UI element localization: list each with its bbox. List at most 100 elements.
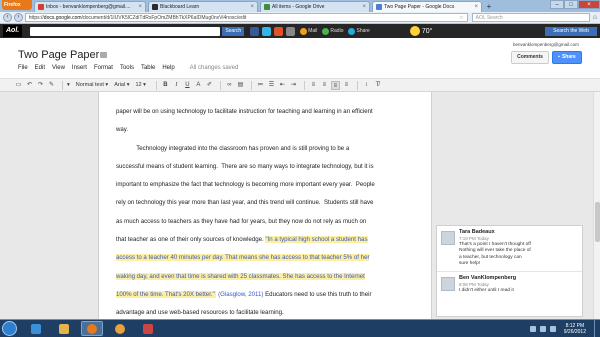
- menu-file[interactable]: File: [18, 65, 28, 71]
- style-value: Normal text: [75, 82, 104, 88]
- comments-button[interactable]: Comments: [511, 51, 549, 64]
- aol-search-button[interactable]: Search: [222, 26, 245, 36]
- minimize-icon[interactable]: –: [550, 0, 564, 9]
- align-center-icon[interactable]: ≡: [320, 81, 329, 90]
- star-icon[interactable]: ☆: [90, 51, 96, 59]
- start-button[interactable]: [2, 321, 17, 336]
- size-select[interactable]: 12 ▾: [136, 82, 146, 88]
- redo-icon[interactable]: ↷: [36, 81, 45, 90]
- show-desktop-button[interactable]: [594, 319, 600, 337]
- bold-icon[interactable]: B: [161, 81, 170, 90]
- aol-mail[interactable]: Mail: [300, 27, 317, 35]
- menu-format[interactable]: Format: [94, 65, 113, 71]
- avatar: [441, 276, 455, 291]
- numbered-list-icon[interactable]: ≔: [256, 81, 265, 90]
- scrollbar-thumb[interactable]: [595, 202, 600, 242]
- clear-format-icon[interactable]: T̸: [373, 81, 382, 90]
- toolbar-divider: [62, 80, 63, 90]
- aol-share[interactable]: Share: [348, 27, 370, 35]
- print-icon[interactable]: ▭: [14, 81, 23, 90]
- close-icon[interactable]: ×: [474, 4, 478, 10]
- temperature: 70°: [421, 27, 433, 35]
- text-color-icon[interactable]: A: [194, 81, 203, 90]
- line-spacing-icon[interactable]: ↕: [362, 81, 371, 90]
- menu-view[interactable]: View: [52, 65, 65, 71]
- tab-google-drive[interactable]: All items - Google Drive ×: [260, 1, 370, 12]
- menu-insert[interactable]: Insert: [72, 65, 87, 71]
- maximize-icon[interactable]: □: [564, 0, 578, 9]
- menu-table[interactable]: Table: [141, 65, 155, 71]
- taskbar-firefox[interactable]: [81, 321, 103, 336]
- clock[interactable]: 8:12 PM 9/26/2012: [564, 323, 586, 335]
- bookmark-star-icon[interactable]: ☆: [459, 14, 463, 21]
- align-left-icon[interactable]: ≡: [309, 81, 318, 90]
- folder-icon[interactable]: [100, 52, 108, 58]
- search-web-button[interactable]: Search the Web: [545, 26, 597, 36]
- link-icon[interactable]: ∞: [225, 81, 234, 90]
- style-select[interactable]: Normal text ▾: [76, 82, 108, 88]
- toolbar-divider: [219, 80, 221, 90]
- comment[interactable]: Ben VanKlompenberg 8:08 PM Today I didn'…: [437, 270, 582, 297]
- tray-arrow-icon[interactable]: [529, 325, 536, 332]
- bulleted-list-icon[interactable]: ☰: [267, 81, 276, 90]
- aol-radio[interactable]: Radio: [322, 27, 343, 35]
- document-body[interactable]: paper will be on using technology to fac…: [116, 103, 421, 337]
- window-close-icon[interactable]: ×: [578, 0, 600, 9]
- aol-search-input[interactable]: [30, 26, 221, 36]
- facebook-icon[interactable]: [250, 26, 260, 36]
- highlight-icon[interactable]: ✐: [205, 81, 214, 90]
- taskbar-media-player[interactable]: [109, 321, 131, 336]
- browser-search-input[interactable]: AOL Search: [471, 13, 590, 22]
- back-icon[interactable]: ‹: [3, 13, 12, 22]
- increase-indent-icon[interactable]: ⇥: [289, 81, 298, 90]
- close-icon[interactable]: ×: [250, 4, 254, 10]
- tab-blackboard[interactable]: Blackboard Learn ×: [148, 1, 258, 12]
- document-title[interactable]: Two Page Paper: [18, 49, 99, 61]
- address-bar[interactable]: https:// docs.google.com /document/d/1IU…: [24, 13, 468, 22]
- align-justify-icon[interactable]: ≡: [342, 81, 351, 90]
- account-email[interactable]: benvanklompenberg@gmail.com: [513, 42, 579, 47]
- taskbar-app[interactable]: [137, 321, 159, 336]
- menu-tools[interactable]: Tools: [120, 65, 134, 71]
- new-tab-button[interactable]: +: [484, 2, 494, 12]
- tab-gmail[interactable]: Inbox - benvanklompenberg@gmail.... ×: [34, 1, 146, 12]
- share-button[interactable]: ▪ Share: [552, 51, 582, 64]
- close-icon[interactable]: ×: [362, 4, 366, 10]
- share-button-label: Share: [561, 54, 576, 60]
- italic-icon[interactable]: I: [172, 81, 181, 90]
- tab-google-docs[interactable]: Two Page Paper - Google Docs ×: [372, 1, 482, 12]
- menu-edit[interactable]: Edit: [35, 65, 45, 71]
- size-value: 12: [135, 82, 142, 88]
- weather-widget[interactable]: 70°: [409, 26, 433, 36]
- taskbar-explorer[interactable]: [53, 321, 75, 336]
- decrease-indent-icon[interactable]: ⇤: [278, 81, 287, 90]
- firefox-menu-button[interactable]: Firefox: [2, 0, 32, 10]
- comment-icon[interactable]: ▤: [236, 81, 245, 90]
- font-select[interactable]: Arial ▾: [114, 82, 129, 88]
- highlighted-quote: access to a teacher 40 minutes per day. …: [116, 254, 370, 262]
- underline-icon[interactable]: U: [183, 81, 192, 90]
- tab-label: Inbox - benvanklompenberg@gmail....: [46, 4, 131, 10]
- document-scrollbar[interactable]: [593, 92, 600, 319]
- gmail-icon: [38, 4, 44, 10]
- aol-logo[interactable]: Aol.: [3, 25, 23, 37]
- taskbar-ie[interactable]: [25, 321, 47, 336]
- avatar: [441, 231, 455, 245]
- zoom-select[interactable]: ▾: [67, 82, 70, 88]
- window-controls: – □ ×: [550, 0, 600, 9]
- comment[interactable]: Tara Badeaux 7:19 PM Today That's a poin…: [437, 226, 582, 271]
- font-value: Arial: [114, 82, 126, 88]
- menu-help[interactable]: Help: [162, 65, 174, 71]
- volume-icon[interactable]: [549, 325, 556, 332]
- network-icon[interactable]: [539, 325, 546, 332]
- paint-format-icon[interactable]: ✎: [47, 81, 56, 90]
- games-icon[interactable]: [274, 26, 284, 36]
- close-icon[interactable]: ×: [138, 4, 142, 10]
- forward-icon[interactable]: ›: [13, 13, 23, 22]
- comment-thread: Tara Badeaux 7:19 PM Today That's a poin…: [436, 225, 583, 317]
- undo-icon[interactable]: ↶: [25, 81, 34, 90]
- align-right-icon[interactable]: ≡: [330, 80, 340, 90]
- twitter-icon[interactable]: [262, 26, 272, 36]
- home-icon[interactable]: ⌂: [593, 14, 597, 21]
- news-icon[interactable]: [286, 26, 296, 36]
